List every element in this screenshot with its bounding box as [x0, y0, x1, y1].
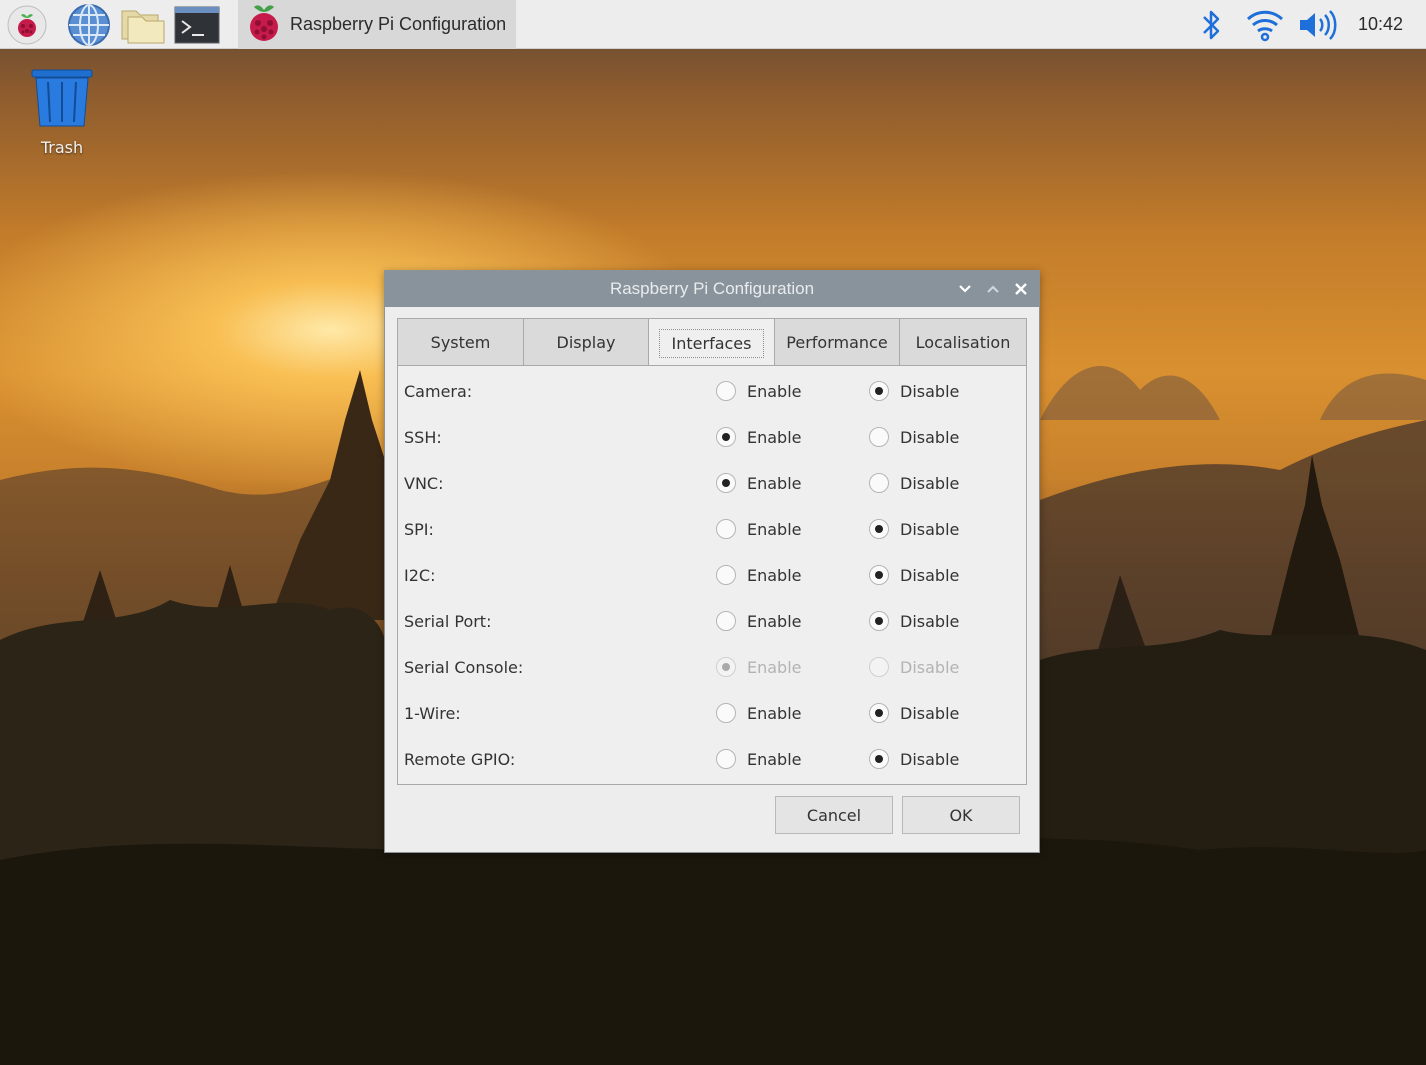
- spi-enable-radio[interactable]: [716, 519, 736, 539]
- trash-desktop-item[interactable]: Trash: [22, 68, 102, 157]
- tab-performance[interactable]: Performance: [774, 318, 900, 366]
- serial-port-disable-radio[interactable]: [869, 611, 889, 631]
- interface-label: SSH:: [404, 428, 442, 447]
- dialog-titlebar[interactable]: Raspberry Pi Configuration: [385, 271, 1039, 307]
- interfaces-panel: Camera: Enable Disable SSH: Enable Disable VNC…: [397, 365, 1027, 785]
- raspberry-icon: [246, 1, 282, 49]
- vnc-disable-label[interactable]: Disable: [900, 474, 959, 493]
- volume-icon[interactable]: [1294, 2, 1340, 47]
- dialog-title: Raspberry Pi Configuration: [609, 279, 815, 298]
- interface-label: 1-Wire:: [404, 704, 461, 723]
- file-manager-icon[interactable]: [120, 2, 166, 47]
- spi-enable-label[interactable]: Enable: [747, 520, 802, 539]
- tab-localisation[interactable]: Localisation: [899, 318, 1027, 366]
- camera-disable-label[interactable]: Disable: [900, 382, 959, 401]
- tab-bar: System Display Interfaces Performance Lo…: [397, 318, 1027, 367]
- close-button[interactable]: [1011, 279, 1031, 299]
- tab-system[interactable]: System: [397, 318, 524, 366]
- tab-display[interactable]: Display: [523, 318, 649, 366]
- trash-icon: [30, 69, 94, 132]
- serial-console-disable-label: Disable: [900, 658, 960, 677]
- terminal-icon[interactable]: [174, 2, 220, 47]
- remote-gpio-disable-label[interactable]: Disable: [900, 750, 959, 769]
- web-browser-icon[interactable]: [66, 2, 112, 47]
- interface-row-1-wire: 1-Wire: Enable Disable: [398, 690, 1026, 736]
- 1-wire-enable-radio[interactable]: [716, 703, 736, 723]
- vnc-disable-radio[interactable]: [869, 473, 889, 493]
- ssh-disable-label[interactable]: Disable: [900, 428, 959, 447]
- remote-gpio-enable-radio[interactable]: [716, 749, 736, 769]
- i2c-disable-label[interactable]: Disable: [900, 566, 959, 585]
- tab-label: Display: [556, 333, 616, 352]
- interface-row-camera: Camera: Enable Disable: [398, 368, 1026, 414]
- serial-port-enable-label[interactable]: Enable: [747, 612, 802, 631]
- vnc-enable-radio[interactable]: [716, 473, 736, 493]
- taskbar: Raspberry Pi Configuration 10:42: [0, 0, 1426, 49]
- interface-label: Camera:: [404, 382, 473, 401]
- interface-label: Remote GPIO:: [404, 750, 516, 769]
- i2c-disable-radio[interactable]: [869, 565, 889, 585]
- remote-gpio-enable-label[interactable]: Enable: [747, 750, 802, 769]
- taskbar-task-label: Raspberry Pi Configuration: [290, 14, 507, 34]
- interface-label: Serial Port:: [404, 612, 492, 631]
- interface-label: I2C:: [404, 566, 436, 585]
- serial-console-enable-radio: [716, 657, 736, 677]
- chevron-down-icon: [959, 285, 971, 293]
- interface-label: Serial Console:: [404, 658, 524, 677]
- minimize-button[interactable]: [955, 279, 975, 299]
- vnc-enable-label[interactable]: Enable: [747, 474, 802, 493]
- camera-enable-label[interactable]: Enable: [747, 382, 802, 401]
- interface-row-vnc: VNC: Enable Disable: [398, 460, 1026, 506]
- interface-row-remote-gpio: Remote GPIO: Enable Disable: [398, 736, 1026, 782]
- serial-console-disable-radio: [869, 657, 889, 677]
- interface-label: SPI:: [404, 520, 434, 539]
- serial-port-disable-label[interactable]: Disable: [900, 612, 959, 631]
- tab-label: Localisation: [915, 333, 1011, 352]
- clock[interactable]: 10:42: [1358, 14, 1403, 35]
- tab-label: System: [430, 333, 491, 352]
- tab-interfaces[interactable]: Interfaces: [648, 318, 775, 367]
- spi-disable-label[interactable]: Disable: [900, 520, 959, 539]
- trash-label: Trash: [40, 138, 84, 157]
- tab-label: Interfaces: [658, 328, 765, 358]
- camera-enable-radio[interactable]: [716, 381, 736, 401]
- i2c-enable-radio[interactable]: [716, 565, 736, 585]
- interface-row-serial-console: Serial Console: Enable Disable: [398, 644, 1026, 690]
- 1-wire-disable-radio[interactable]: [869, 703, 889, 723]
- interface-row-spi: SPI: Enable Disable: [398, 506, 1026, 552]
- ok-button[interactable]: OK: [902, 796, 1020, 834]
- interface-label: VNC:: [404, 474, 444, 493]
- ssh-enable-label[interactable]: Enable: [747, 428, 802, 447]
- cancel-button[interactable]: Cancel: [775, 796, 893, 834]
- taskbar-task-raspi-config[interactable]: Raspberry Pi Configuration: [238, 0, 516, 49]
- tab-label: Performance: [786, 333, 888, 352]
- interface-row-serial-port: Serial Port: Enable Disable: [398, 598, 1026, 644]
- wifi-icon[interactable]: [1242, 2, 1288, 47]
- ssh-enable-radio[interactable]: [716, 427, 736, 447]
- 1-wire-enable-label[interactable]: Enable: [747, 704, 802, 723]
- maximize-button[interactable]: [983, 279, 1003, 299]
- chevron-up-icon: [987, 285, 999, 293]
- i2c-enable-label[interactable]: Enable: [747, 566, 802, 585]
- 1-wire-disable-label[interactable]: Disable: [900, 704, 959, 723]
- ssh-disable-radio[interactable]: [869, 427, 889, 447]
- raspberry-menu-icon[interactable]: [4, 2, 50, 47]
- close-icon: [1015, 283, 1027, 295]
- serial-port-enable-radio[interactable]: [716, 611, 736, 631]
- camera-disable-radio[interactable]: [869, 381, 889, 401]
- raspi-config-dialog: Raspberry Pi Configuration System Displa…: [384, 270, 1040, 853]
- remote-gpio-disable-radio[interactable]: [869, 749, 889, 769]
- spi-disable-radio[interactable]: [869, 519, 889, 539]
- interface-row-ssh: SSH: Enable Disable: [398, 414, 1026, 460]
- serial-console-enable-label: Enable: [747, 658, 802, 677]
- bluetooth-icon[interactable]: [1188, 2, 1234, 47]
- interface-row-i2c: I2C: Enable Disable: [398, 552, 1026, 598]
